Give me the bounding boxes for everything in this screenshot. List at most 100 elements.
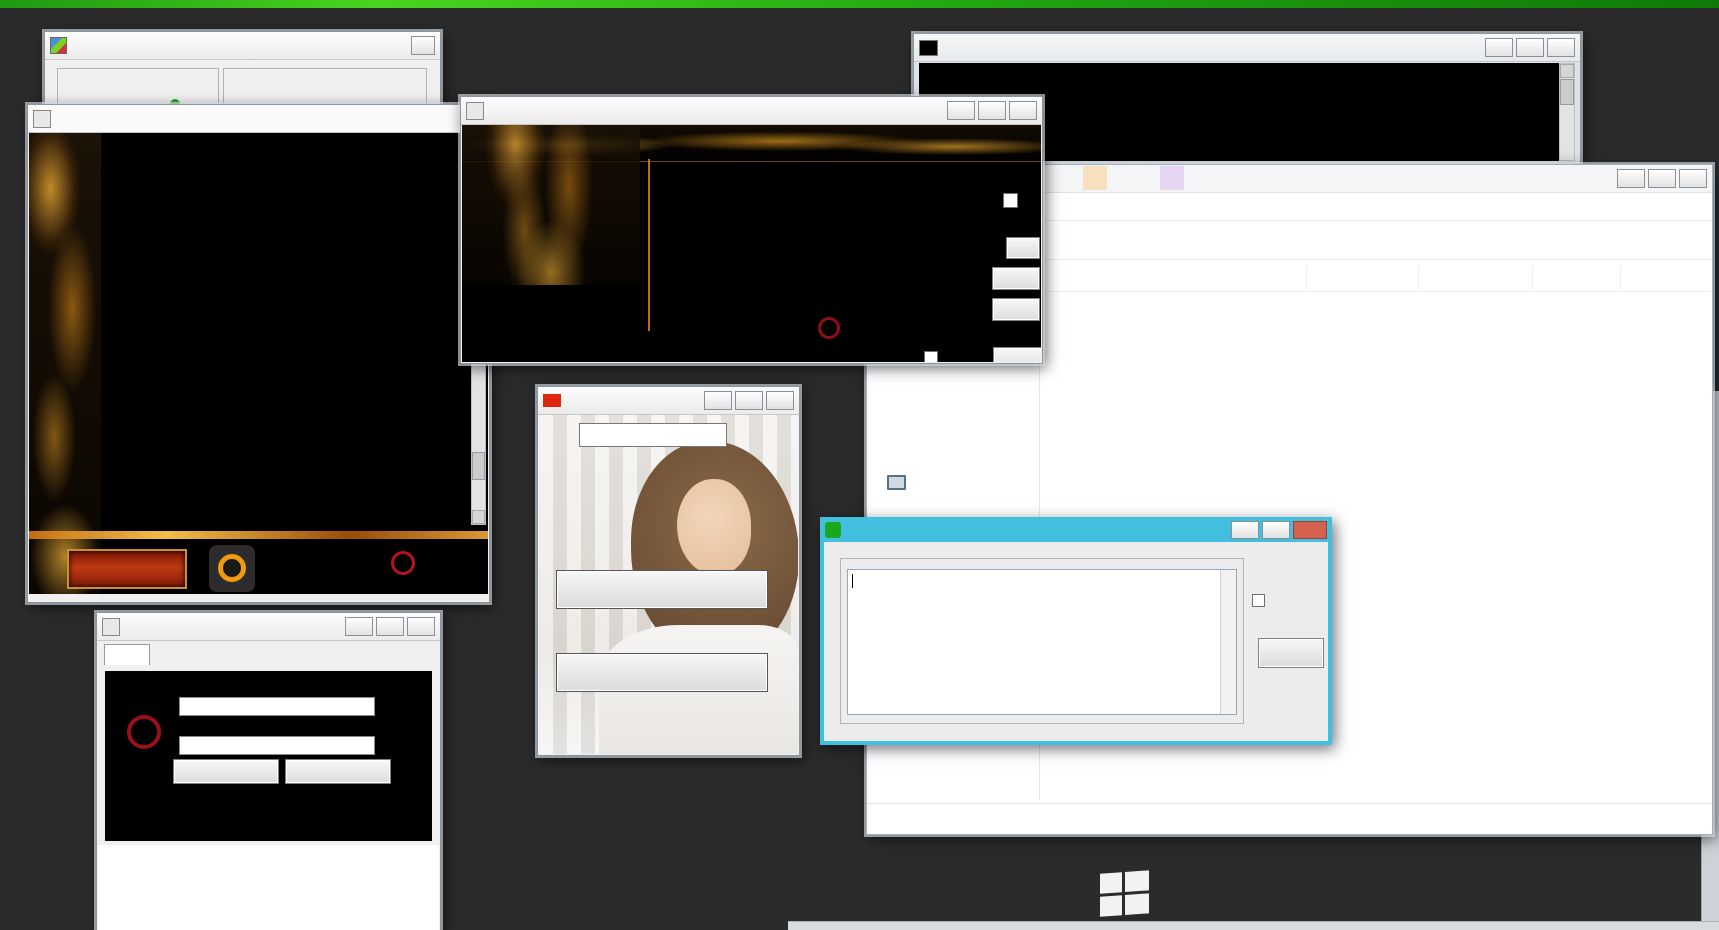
online-players-button[interactable] [992,298,1040,321]
god-of-war-watermark [814,317,844,339]
pid-value [580,428,583,442]
text-caret [852,574,853,588]
maximize-button[interactable] [1516,38,1544,57]
close-button[interactable] [407,617,435,636]
minimize-button[interactable] [704,391,732,410]
v50-checkbox[interactable] [1252,594,1265,607]
auth-code-input[interactable] [179,736,375,755]
computer-icon [887,475,906,490]
pid-input[interactable] [579,423,727,447]
dbserver-titlebar[interactable] [28,105,489,133]
dbserver-client-area [29,133,488,594]
maximize-button[interactable] [735,391,763,410]
packet-textarea[interactable] [847,569,1237,715]
debug-checkbox[interactable] [1003,193,1018,208]
chat-monitor-button[interactable] [992,267,1040,290]
gamegate-titlebar[interactable] [461,97,1042,125]
scroll-up-arrow[interactable] [1221,570,1236,584]
scroll-down-arrow[interactable] [472,510,485,524]
dragon-icon [466,102,484,120]
scroll-thumb[interactable] [1560,79,1574,105]
maximize-button[interactable] [376,617,404,636]
days-remaining [131,809,137,824]
column-header-type[interactable] [1421,265,1533,289]
qgroup-titlebar[interactable] [538,387,799,415]
textarea-scrollbar[interactable] [1220,570,1236,714]
breadcrumb-separator-icon [1045,237,1055,246]
ribbon-contextual-tab-app-tools[interactable] [1160,166,1184,190]
generic-button[interactable] [993,347,1041,362]
gamegate-statusbar [462,351,1041,362]
close-button[interactable] [766,391,794,410]
logo-of-ring-icon [127,715,161,749]
qgroup-window [537,386,800,756]
dragon-tail-art [648,159,650,331]
phpstudy-app-icon [50,37,67,54]
close-button[interactable] [1293,521,1327,539]
windows-flag-icon [1100,870,1150,917]
console-icon [919,40,938,56]
ribbon-contextual-tab-shortcut-tools[interactable] [1083,166,1107,190]
packet-tool-titlebar[interactable] [820,517,1332,542]
reauth-button[interactable] [173,759,279,784]
maximize-button[interactable] [1262,521,1290,539]
scroll-up-arrow[interactable] [1560,64,1574,78]
cancel-inject-button[interactable] [556,653,768,692]
gamegate-window [460,96,1043,364]
logingate-menubar [98,641,439,667]
gear-icon[interactable] [209,545,255,592]
v50-checkbox-row[interactable] [1252,594,1270,607]
phpstudy-titlebar[interactable] [45,32,440,60]
inject-button[interactable] [556,570,768,609]
minimize-button[interactable] [1485,38,1513,57]
close-button[interactable] [411,36,435,55]
qgroup-body [539,415,798,754]
change-code-button[interactable] [285,759,391,784]
close-button[interactable] [1679,169,1707,188]
scroll-thumb[interactable] [472,452,485,480]
logingate-titlebar[interactable] [97,613,440,641]
breadcrumb[interactable] [1045,232,1055,247]
packet-groupbox [840,558,1244,724]
flame-divider-art [29,531,488,539]
minimize-button[interactable] [1231,521,1259,539]
column-header-date[interactable] [1309,265,1419,289]
minimize-button[interactable] [947,101,975,120]
server-table [98,845,439,930]
packet-button[interactable] [1258,638,1324,668]
china-flag-icon [543,394,561,407]
start-engine-button[interactable] [67,549,187,589]
menu-view[interactable] [104,644,150,665]
logo-of-ring-icon [391,551,415,575]
run4-titlebar[interactable] [914,34,1580,62]
activation-status [131,809,137,824]
bottom-window-sliver [788,921,1719,930]
auth-domain-input[interactable] [179,697,375,716]
maximize-button[interactable] [1648,169,1676,188]
packet-tool-body [824,542,1328,741]
sidebar-item-this-pc[interactable] [887,475,913,490]
auth-domain-value [180,700,183,714]
close-button[interactable] [1009,101,1037,120]
column-header-size[interactable] [1535,265,1621,289]
close-button[interactable] [1547,38,1575,57]
explorer-statusbar [867,803,1712,834]
packet-tool-window [820,517,1332,745]
desktop [0,0,1719,930]
photo-face [677,479,751,575]
scroll-checkbox[interactable] [924,351,938,362]
column-header-name[interactable] [1045,265,1307,289]
minimize-button[interactable] [1617,169,1645,188]
gamegate-client-area [462,125,1041,362]
auth-code-value [180,739,183,753]
minimize-button[interactable] [345,617,373,636]
file-list-headers [1043,265,1710,292]
logingate-window [96,612,441,930]
os-logo [1100,872,1166,916]
maximize-button[interactable] [978,101,1006,120]
god-of-war-backdrop [121,715,167,749]
scroll-down-arrow[interactable] [1221,700,1236,714]
wallpaper-top-strip [0,0,1719,8]
console-scrollbar[interactable] [1559,63,1575,161]
m2-monitor-button[interactable] [1006,237,1040,259]
